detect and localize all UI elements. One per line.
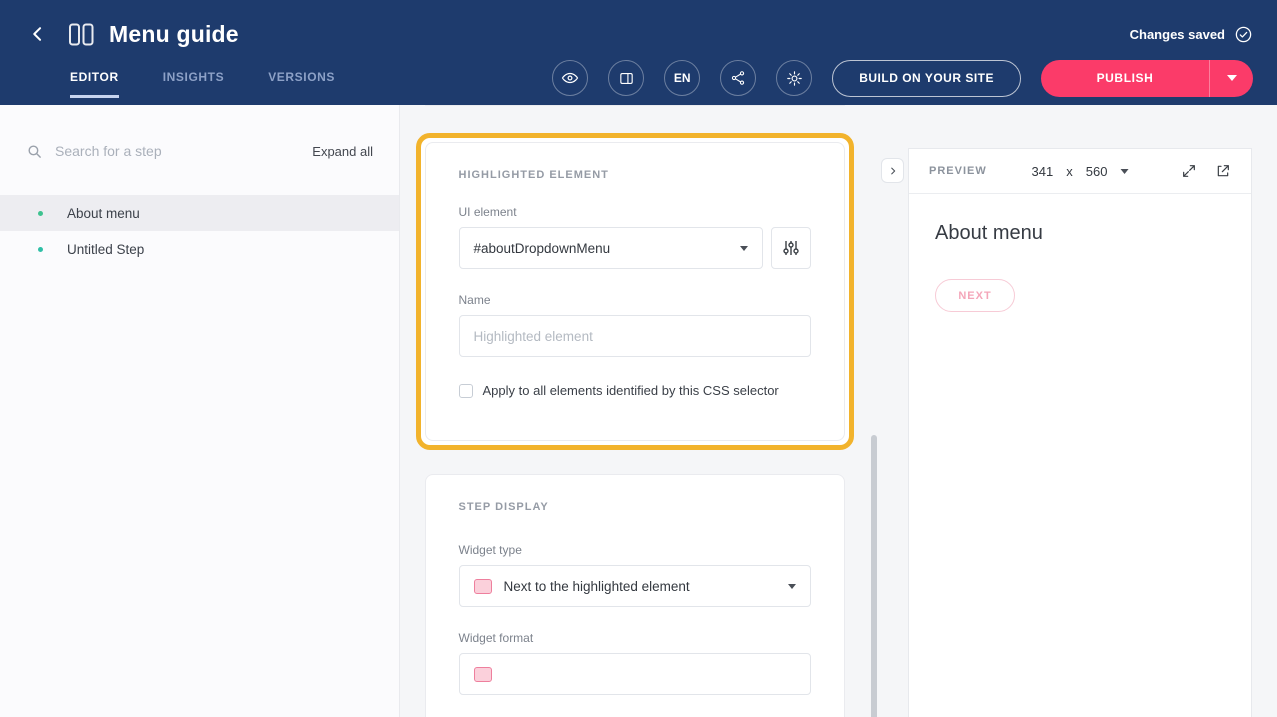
app-root: Menu guide Changes saved EDITOR INSIGHTS…	[0, 0, 1277, 717]
chevron-left-icon	[28, 24, 48, 44]
settings-button[interactable]	[776, 60, 812, 96]
step-item-about-menu[interactable]: About menu	[0, 195, 399, 231]
apply-to-all-label: Apply to all elements identified by this…	[483, 383, 779, 398]
layout-button[interactable]	[608, 60, 644, 96]
preview-region: PREVIEW 341 x 560	[905, 105, 1277, 717]
step-item-untitled-step[interactable]: Untitled Step	[0, 231, 399, 267]
step-status-dot	[38, 247, 43, 252]
preview-next-button[interactable]: NEXT	[935, 279, 1015, 312]
top-header: Menu guide Changes saved EDITOR INSIGHTS…	[0, 0, 1277, 105]
tab-versions[interactable]: VERSIONS	[268, 58, 335, 98]
editor-tabs: EDITOR INSIGHTS VERSIONS	[70, 58, 335, 98]
preview-width-value: 341	[1032, 164, 1054, 179]
chevron-down-icon	[788, 584, 796, 589]
selector-settings-button[interactable]	[771, 227, 811, 269]
ui-element-label: UI element	[459, 205, 811, 219]
open-in-new-tab-button[interactable]	[1215, 163, 1231, 179]
share-icon	[730, 70, 746, 86]
preview-eye-button[interactable]	[552, 60, 588, 96]
main-scrollbar[interactable]	[871, 435, 877, 717]
apply-to-all-checkbox[interactable]	[459, 384, 473, 398]
widget-type-select[interactable]: Next to the highlighted element	[459, 565, 811, 607]
previous-card-partial	[425, 105, 845, 106]
card-title: STEP DISPLAY	[459, 501, 811, 513]
widget-format-label: Widget format	[459, 631, 811, 645]
highlighted-element-name-input[interactable]	[459, 315, 811, 357]
changes-saved-status: Changes saved	[1130, 25, 1253, 44]
card-title: HIGHLIGHTED ELEMENT	[459, 169, 811, 181]
preview-size-select[interactable]: 341 x 560	[1032, 164, 1129, 179]
steps-sidebar: Expand all About menu Untitled Step	[0, 105, 400, 717]
layout-icon	[618, 70, 635, 87]
ui-element-value: #aboutDropdownMenu	[474, 241, 611, 256]
highlighted-card-ring: HIGHLIGHTED ELEMENT UI element #aboutDro…	[416, 133, 854, 450]
share-button[interactable]	[720, 60, 756, 96]
app-logo-icon	[68, 22, 95, 47]
chevron-down-icon	[1120, 169, 1128, 174]
guide-title: Menu guide	[109, 21, 239, 48]
preview-content: About menu NEXT	[909, 194, 1251, 340]
publish-button[interactable]: PUBLISH	[1041, 60, 1209, 97]
expand-icon	[1181, 163, 1197, 179]
preview-label: PREVIEW	[929, 165, 987, 177]
step-status-dot	[38, 211, 43, 216]
step-settings-panel: HIGHLIGHTED ELEMENT UI element #aboutDro…	[400, 105, 905, 717]
gear-icon	[786, 70, 803, 87]
ui-element-select[interactable]: #aboutDropdownMenu	[459, 227, 763, 269]
widget-format-select[interactable]	[459, 653, 811, 695]
preview-panel: PREVIEW 341 x 560	[908, 148, 1252, 717]
step-search-input[interactable]	[55, 143, 312, 159]
step-display-card: STEP DISPLAY Widget type Next to the hig…	[425, 474, 845, 717]
publish-dropdown-button[interactable]	[1209, 60, 1253, 97]
publish-button-group: PUBLISH	[1041, 60, 1253, 97]
preview-step-title: About menu	[935, 222, 1225, 245]
step-label: About menu	[67, 206, 140, 221]
tab-editor[interactable]: EDITOR	[70, 58, 119, 98]
search-icon	[26, 143, 43, 160]
check-circle-icon	[1234, 25, 1253, 44]
language-button[interactable]: EN	[664, 60, 700, 96]
widget-type-value: Next to the highlighted element	[504, 579, 690, 594]
widget-format-icon	[474, 667, 492, 682]
collapse-preview-button[interactable]	[881, 158, 904, 183]
widget-type-icon	[474, 579, 492, 594]
highlighted-element-card: HIGHLIGHTED ELEMENT UI element #aboutDro…	[425, 142, 845, 441]
preview-height-value: 560	[1086, 164, 1108, 179]
back-button[interactable]	[24, 20, 52, 48]
chevron-down-icon	[1227, 75, 1237, 81]
expand-preview-button[interactable]	[1181, 163, 1197, 179]
chevron-right-icon	[888, 166, 898, 176]
eye-icon	[561, 69, 579, 87]
name-label: Name	[459, 293, 811, 307]
step-label: Untitled Step	[67, 242, 144, 257]
chevron-down-icon	[740, 246, 748, 251]
external-link-icon	[1215, 163, 1231, 179]
widget-type-label: Widget type	[459, 543, 811, 557]
changes-saved-label: Changes saved	[1130, 27, 1225, 42]
build-on-your-site-button[interactable]: BUILD ON YOUR SITE	[832, 60, 1021, 97]
sliders-icon	[783, 240, 799, 256]
apply-to-all-checkbox-row[interactable]: Apply to all elements identified by this…	[459, 383, 811, 398]
expand-all-link[interactable]: Expand all	[312, 144, 373, 159]
preview-size-separator: x	[1066, 164, 1073, 179]
tab-insights[interactable]: INSIGHTS	[163, 58, 224, 98]
step-list: About menu Untitled Step	[0, 195, 399, 267]
